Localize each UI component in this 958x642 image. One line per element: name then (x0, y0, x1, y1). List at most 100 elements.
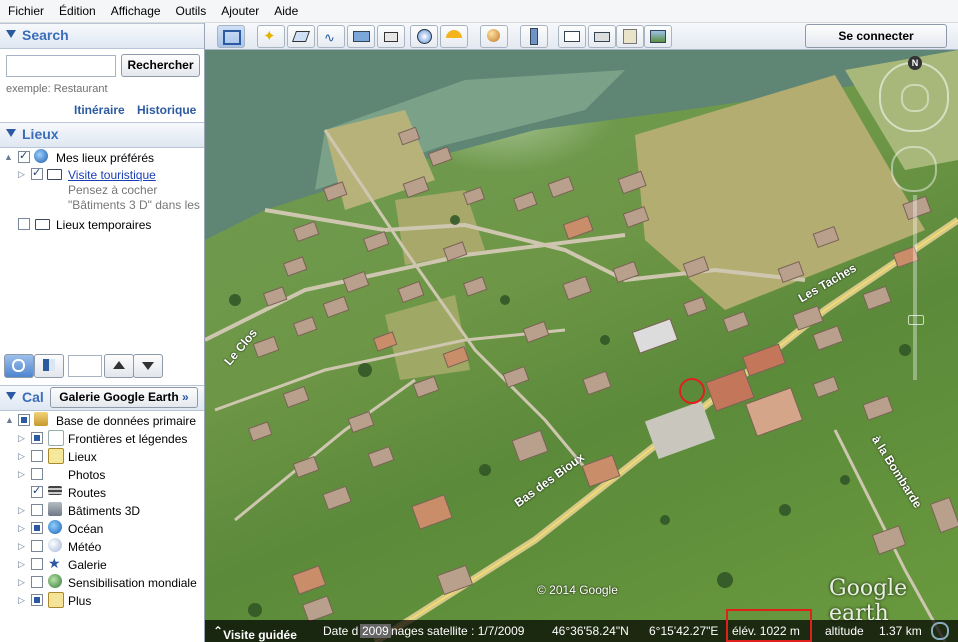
satellite-imagery (205, 50, 958, 642)
email-button[interactable] (558, 25, 586, 48)
layer-roads-label[interactable]: Routes (68, 486, 106, 500)
menu-fichier[interactable]: Fichier (0, 0, 51, 18)
layer-more-label[interactable]: Plus (68, 594, 91, 608)
historical-imagery-button[interactable] (410, 25, 438, 48)
imagery-date: nages satellite : 1/7/2009 (391, 624, 525, 638)
places-filter-input[interactable] (68, 355, 102, 377)
signin-button[interactable]: Se connecter (805, 24, 947, 48)
history-link[interactable]: Historique (137, 103, 196, 117)
compass-north-icon[interactable]: N (908, 56, 922, 70)
layer-ocean-checkbox[interactable] (31, 522, 43, 534)
places-temp-checkbox[interactable] (18, 218, 30, 230)
printer-icon (594, 32, 610, 42)
sidebar-toggle-button[interactable] (217, 25, 245, 48)
map-view[interactable]: Bas des Bioux Les Taches Le Clos à la Bo… (205, 50, 958, 642)
search-button[interactable]: Rechercher (121, 54, 200, 77)
layer-roads-checkbox[interactable] (31, 484, 43, 498)
layers-panel-title: Cal (22, 389, 44, 405)
places-panel-header[interactable]: Lieux (0, 122, 204, 148)
tree-expander-icon[interactable]: ▷ (18, 523, 25, 534)
tour-toggle[interactable]: ⌃ Visite guidée (213, 624, 297, 642)
places-temp-label[interactable]: Lieux temporaires (56, 218, 151, 232)
move-down-button[interactable] (133, 354, 163, 378)
move-up-button[interactable] (104, 354, 134, 378)
places-mylist-label[interactable]: Mes lieux préférés (56, 151, 154, 165)
add-overlay-button[interactable] (347, 25, 375, 48)
historical-year[interactable]: 2009 (360, 624, 391, 638)
tree-expander-icon[interactable]: ▷ (18, 469, 25, 480)
save-image-button[interactable] (644, 25, 672, 48)
image-icon (650, 30, 666, 43)
tree-expander-icon[interactable]: ▷ (18, 541, 25, 552)
maps-button[interactable] (616, 25, 644, 48)
search-input[interactable] (6, 55, 116, 77)
search-panel-title: Search (22, 27, 69, 43)
search-places-button[interactable] (4, 354, 34, 378)
layer-db-label[interactable]: Base de données primaire (56, 414, 196, 428)
tree-expander-icon[interactable]: ▷ (18, 595, 25, 606)
menu-affichage[interactable]: Affichage (103, 0, 168, 18)
sunlight-button[interactable] (440, 25, 468, 48)
places-tour-checkbox[interactable] (31, 166, 43, 180)
altitude-value: 1.37 km (879, 624, 922, 638)
layer-awareness-label[interactable]: Sensibilisation mondiale (68, 576, 197, 590)
tree-expander-icon[interactable]: ▷ (18, 451, 25, 462)
layer-ocean-label[interactable]: Océan (68, 522, 103, 536)
print-button[interactable] (588, 25, 616, 48)
layer-3d-label[interactable]: Bâtiments 3D (68, 504, 140, 518)
arrow-up-icon (113, 361, 125, 369)
directions-link[interactable]: Itinéraire (74, 103, 125, 117)
layer-places-checkbox[interactable] (31, 450, 43, 462)
status-bar: ⌃ Visite guidée Date d 2009 nages satell… (205, 620, 958, 642)
search-panel-header[interactable]: Search (0, 23, 204, 49)
layer-weather-label[interactable]: Météo (68, 540, 101, 554)
tree-expander-icon[interactable]: ▲ (4, 152, 13, 162)
layer-gallery-label[interactable]: Galerie (68, 558, 107, 572)
tree-expander-icon[interactable]: ▷ (18, 505, 25, 516)
layer-places-label[interactable]: Lieux (68, 450, 97, 464)
map-icon (623, 29, 637, 44)
clock-icon (417, 29, 432, 44)
tree-expander-icon[interactable]: ▷ (18, 559, 25, 570)
menu-edition[interactable]: Édition (51, 0, 103, 18)
layer-3d-checkbox[interactable] (31, 504, 43, 516)
zoom-handle[interactable] (908, 315, 924, 325)
look-control[interactable] (879, 62, 949, 132)
altitude-label: altitude (825, 624, 864, 638)
layer-borders-checkbox[interactable] (31, 432, 43, 444)
tree-expander-icon[interactable]: ▷ (18, 433, 25, 444)
panel-icon (43, 359, 55, 371)
planets-button[interactable] (480, 25, 508, 48)
layer-borders-label[interactable]: Frontières et légendes (68, 432, 187, 446)
menu-outils[interactable]: Outils (168, 0, 214, 18)
layer-awareness-checkbox[interactable] (31, 576, 43, 588)
layer-more-checkbox[interactable] (31, 594, 43, 606)
layer-weather-checkbox[interactable] (31, 540, 43, 552)
tree-expander-icon[interactable]: ▷ (18, 169, 25, 180)
parking-lot (644, 400, 716, 460)
add-polygon-button[interactable] (287, 25, 315, 48)
collapse-icon (6, 30, 16, 38)
places-tour-link[interactable]: Visite touristique (68, 168, 156, 182)
add-placemark-button[interactable]: ✦ (257, 25, 285, 48)
layer-db-checkbox[interactable] (18, 414, 30, 426)
menu-ajouter[interactable]: Ajouter (213, 0, 266, 18)
record-tour-button[interactable] (377, 25, 405, 48)
layer-gallery-checkbox[interactable] (31, 558, 43, 570)
layer-photos-checkbox[interactable] (31, 468, 43, 480)
ruler-button[interactable] (520, 25, 548, 48)
panel-toggle-button[interactable] (34, 354, 64, 378)
menu-aide[interactable]: Aide (266, 0, 305, 18)
photo-icon (48, 466, 62, 480)
earth-gallery-button[interactable]: Galerie Google Earth » (50, 387, 198, 408)
move-control[interactable] (891, 146, 937, 192)
overlay-icon (353, 31, 370, 42)
add-path-button[interactable]: ∿ (317, 25, 345, 48)
collapse-icon (6, 129, 16, 137)
places-mylist-checkbox[interactable] (18, 149, 30, 163)
folder-icon (47, 169, 62, 180)
tree-expander-icon[interactable]: ▲ (5, 415, 14, 425)
layer-photos-label[interactable]: Photos (68, 468, 105, 482)
zoom-slider[interactable] (908, 195, 924, 380)
tree-expander-icon[interactable]: ▷ (18, 577, 25, 588)
